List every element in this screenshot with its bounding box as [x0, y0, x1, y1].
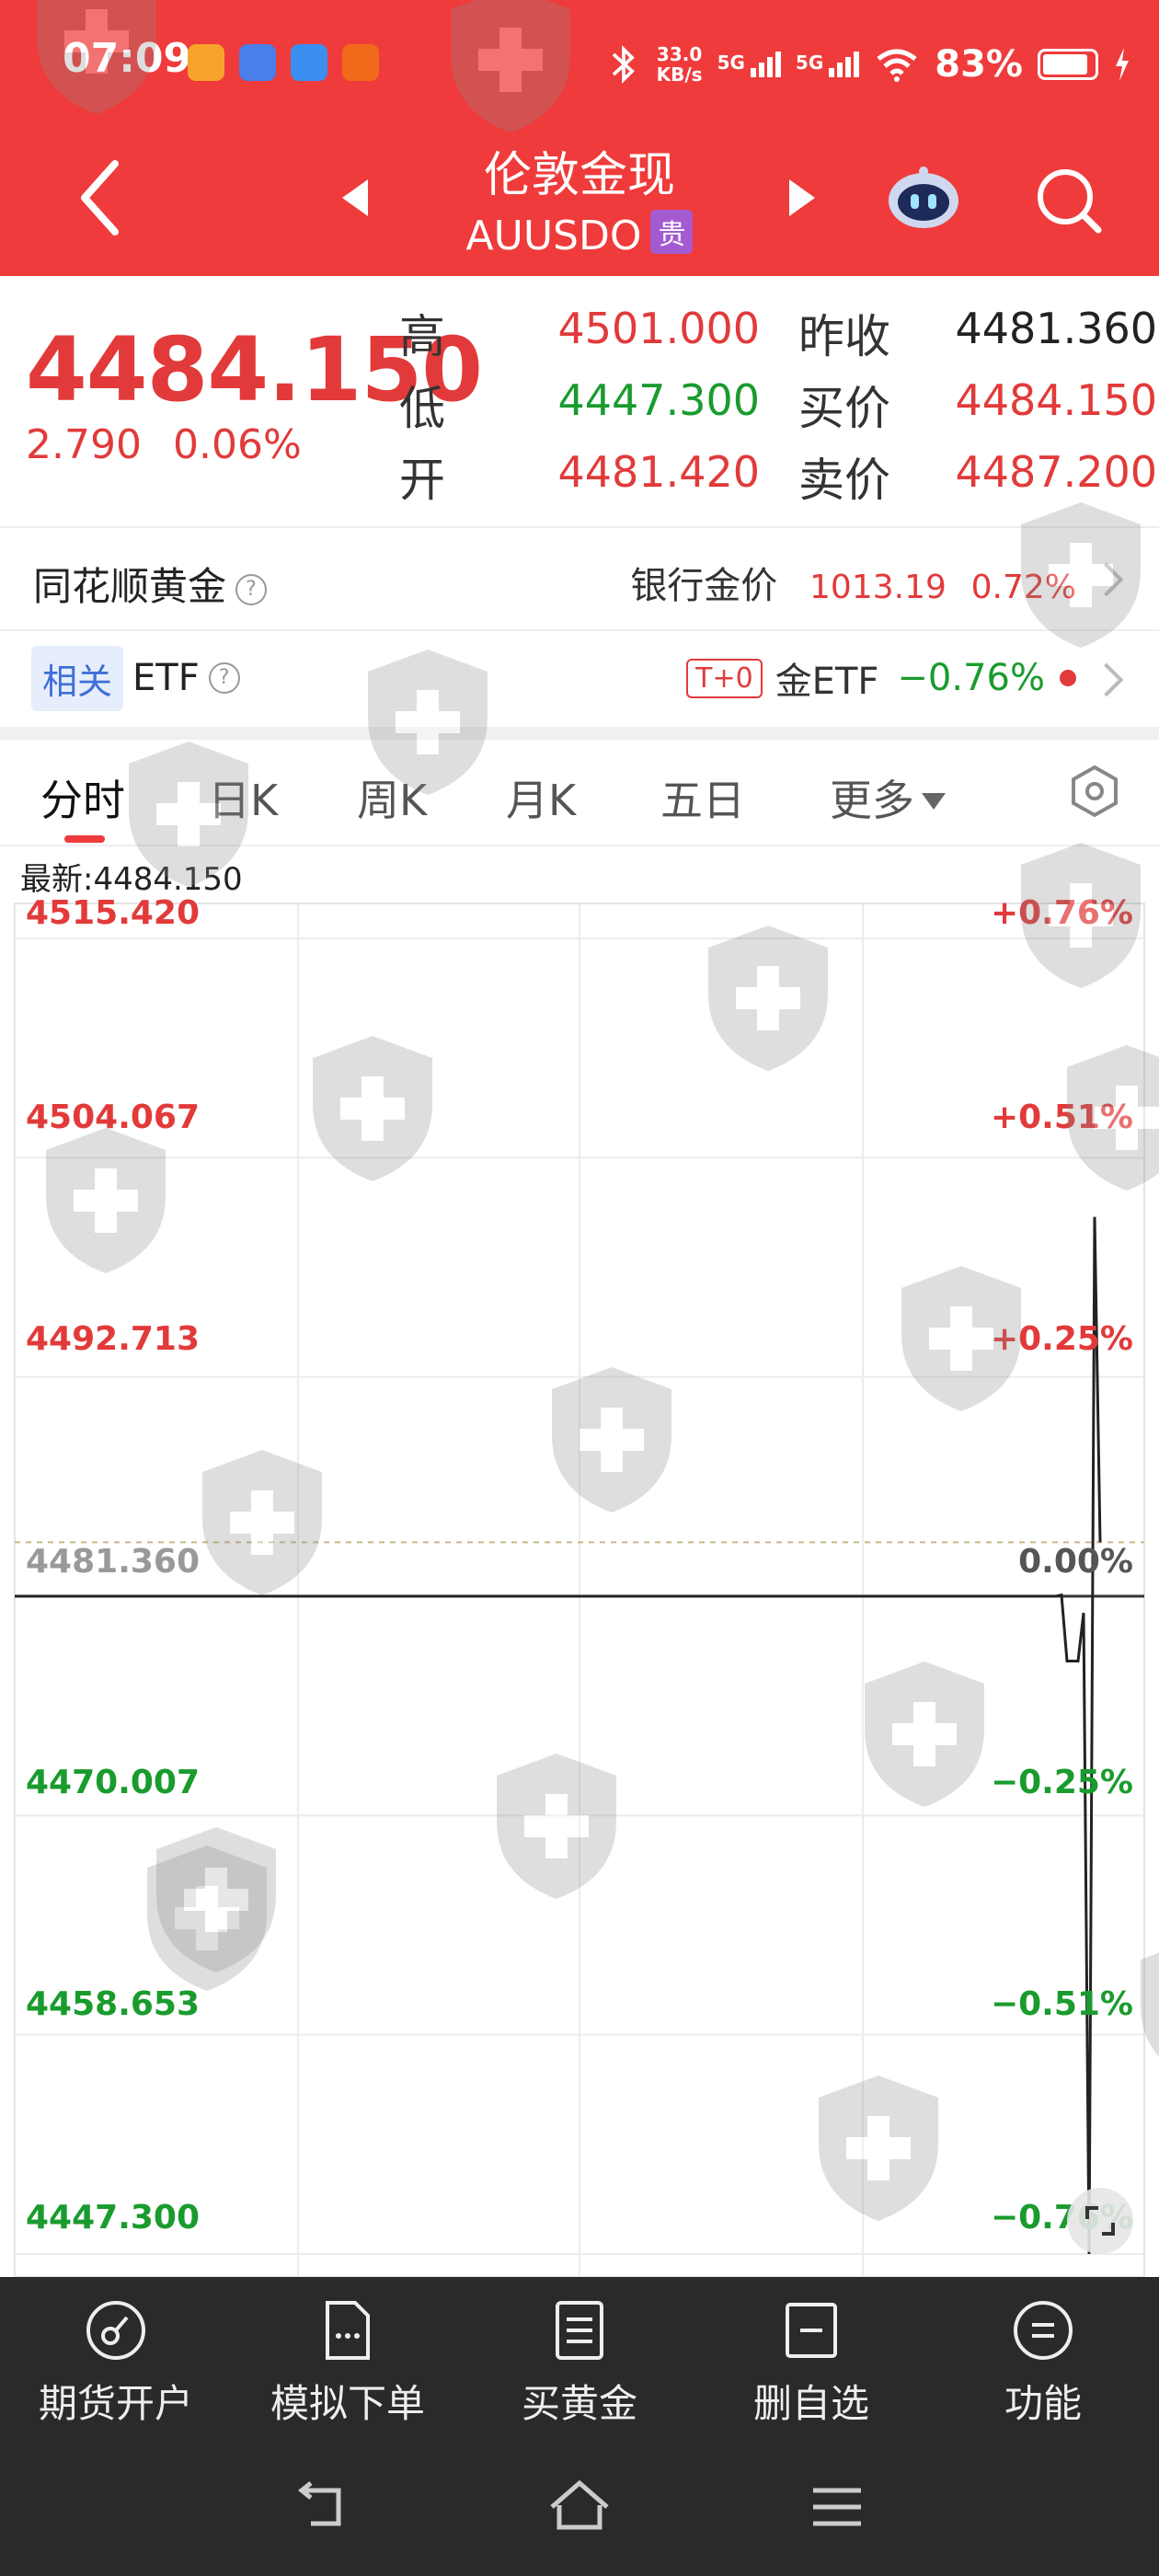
taobao-app-icon — [342, 44, 379, 81]
y-label-right: +0.76% — [990, 894, 1133, 932]
ths-gold-label: 同花顺黄金? — [33, 556, 268, 612]
buy-gold-button[interactable]: 买黄金 — [464, 2297, 695, 2429]
tab-monthly-k[interactable]: 月K — [506, 767, 576, 828]
system-back-icon[interactable] — [285, 2470, 359, 2544]
price-change: 2.790 0.06% — [26, 421, 302, 468]
ask-label: 卖价 — [798, 454, 890, 507]
system-menu-icon[interactable] — [800, 2470, 874, 2544]
tab-more[interactable]: 更多 — [830, 767, 946, 828]
related-tag: 相关 — [31, 645, 124, 711]
search-icon[interactable] — [1032, 164, 1106, 237]
etf-quote: T+0 金ETF −0.76% — [686, 646, 1076, 710]
divider — [0, 727, 1159, 740]
fullscreen-button[interactable] — [1067, 2188, 1133, 2254]
signal-icon: 5G — [796, 52, 860, 77]
signal-icon: 5G — [717, 52, 781, 77]
app-notification-icon — [291, 44, 327, 81]
tab-weekly-k[interactable]: 周K — [357, 767, 427, 828]
app-notification-icon — [239, 44, 276, 81]
open-label: 开 — [399, 454, 445, 507]
y-label-left: 4458.653 — [26, 1985, 201, 2023]
category-badge: 贵 — [650, 210, 694, 254]
y-label-left: 4447.300 — [26, 2199, 201, 2237]
gold-info-row[interactable]: 同花顺黄金? 银行金价 1013.19 0.72% — [0, 528, 1159, 631]
net-speed: 33.0 KB/s — [656, 43, 703, 86]
t0-badge: T+0 — [686, 658, 763, 698]
functions-button[interactable]: 功能 — [927, 2297, 1159, 2429]
futures-account-button[interactable]: 期货开户 — [0, 2297, 232, 2429]
y-label-right: +0.51% — [990, 1098, 1133, 1136]
prev-close-value: 4481.360 — [955, 304, 1158, 353]
bank-price-value: 1013.19 — [809, 569, 947, 606]
battery-icon — [1038, 49, 1098, 80]
tab-five-day[interactable]: 五日 — [660, 767, 745, 828]
ai-assistant-icon[interactable] — [885, 164, 962, 232]
intraday-chart[interactable]: 4515.420 4504.067 4492.713 4481.360 4470… — [0, 894, 1159, 2278]
tab-intraday[interactable]: 分时 — [40, 767, 125, 828]
battery-percent: 83% — [935, 43, 1023, 86]
app-notification-icon — [188, 44, 224, 81]
low-label: 低 — [399, 382, 445, 435]
price-line — [15, 1216, 1102, 2255]
prev-close-label: 昨收 — [798, 310, 890, 363]
status-indicators: 33.0 KB/s 5G 5G 83% — [605, 28, 1131, 101]
y-label-right: −0.25% — [990, 1764, 1133, 1801]
bank-gold-price: 银行金价 1013.19 0.72% — [630, 565, 1076, 607]
system-home-icon[interactable] — [543, 2470, 616, 2544]
remove-watchlist-button[interactable]: 删自选 — [695, 2297, 927, 2429]
help-icon[interactable]: ? — [208, 662, 240, 694]
high-label: 高 — [399, 310, 445, 363]
minus-box-icon — [786, 2303, 837, 2358]
related-etf-row[interactable]: 相关 ETF ? T+0 金ETF −0.76% — [0, 631, 1159, 727]
bank-price-pct: 0.72% — [970, 569, 1076, 606]
menu-circle-icon — [1014, 2301, 1073, 2360]
chevron-right-icon — [1089, 662, 1124, 697]
settings-hexagon-icon[interactable] — [1067, 764, 1122, 819]
status-bar: 07:09 33.0 KB/s 5G 5G 83% — [0, 0, 1159, 129]
bottom-action-bar: 期货开户 模拟下单 买黄金 删自选 功能 — [0, 2277, 1159, 2576]
y-label-right: −0.51% — [990, 1985, 1133, 2023]
related-etf-label: 相关 ETF ? — [31, 645, 240, 711]
etf-percent: −0.76% — [897, 657, 1045, 699]
clock: 07:09 — [63, 35, 192, 82]
tab-daily-k[interactable]: 日K — [208, 767, 278, 828]
expand-icon — [1085, 2206, 1115, 2236]
dropdown-arrow-icon — [922, 793, 946, 810]
bid-value: 4484.150 — [955, 375, 1158, 425]
live-dot-icon — [1060, 670, 1076, 686]
open-value: 4481.420 — [557, 447, 761, 497]
y-label-left: 4492.713 — [26, 1320, 201, 1358]
page-title: 伦敦金现 — [483, 148, 675, 203]
low-value: 4447.300 — [557, 375, 761, 425]
list-document-icon — [556, 2301, 603, 2360]
y-label-left: 4504.067 — [26, 1098, 201, 1136]
y-label-right: +0.25% — [990, 1320, 1133, 1358]
latest-price-readout: 最新:4484.150 — [20, 861, 243, 898]
change-value: 2.790 — [26, 421, 142, 468]
high-value: 4501.000 — [557, 304, 761, 353]
quote-panel: 4484.150 2.790 0.06% 高 低 开 4501.000 4447… — [0, 276, 1159, 528]
wifi-icon — [877, 49, 917, 82]
simulated-order-button[interactable]: 模拟下单 — [232, 2297, 464, 2429]
bid-label: 买价 — [798, 382, 890, 435]
active-tab-indicator — [64, 835, 105, 843]
header-bar: 07:09 33.0 KB/s 5G 5G 83% 伦敦金现 AUUSDO 贵 — [0, 0, 1159, 276]
symbol-code: AUUSDO 贵 — [0, 210, 1159, 259]
document-icon — [326, 2301, 370, 2360]
bluetooth-icon — [612, 45, 635, 84]
etf-name: 金ETF — [775, 661, 879, 703]
change-percent: 0.06% — [172, 421, 302, 468]
chart-period-tabs: 分时 日K 周K 月K 五日 更多 — [0, 742, 1159, 846]
charging-icon — [1116, 48, 1129, 81]
chevron-right-icon — [1089, 562, 1124, 597]
account-open-icon — [86, 2301, 145, 2360]
y-label-right: 0.00% — [1018, 1543, 1133, 1581]
ask-value: 4487.200 — [955, 447, 1158, 497]
y-label-left: 4470.007 — [26, 1764, 201, 1801]
y-label-left: 4481.360 — [26, 1543, 201, 1581]
help-icon[interactable]: ? — [235, 573, 268, 605]
y-label-left: 4515.420 — [26, 894, 201, 932]
